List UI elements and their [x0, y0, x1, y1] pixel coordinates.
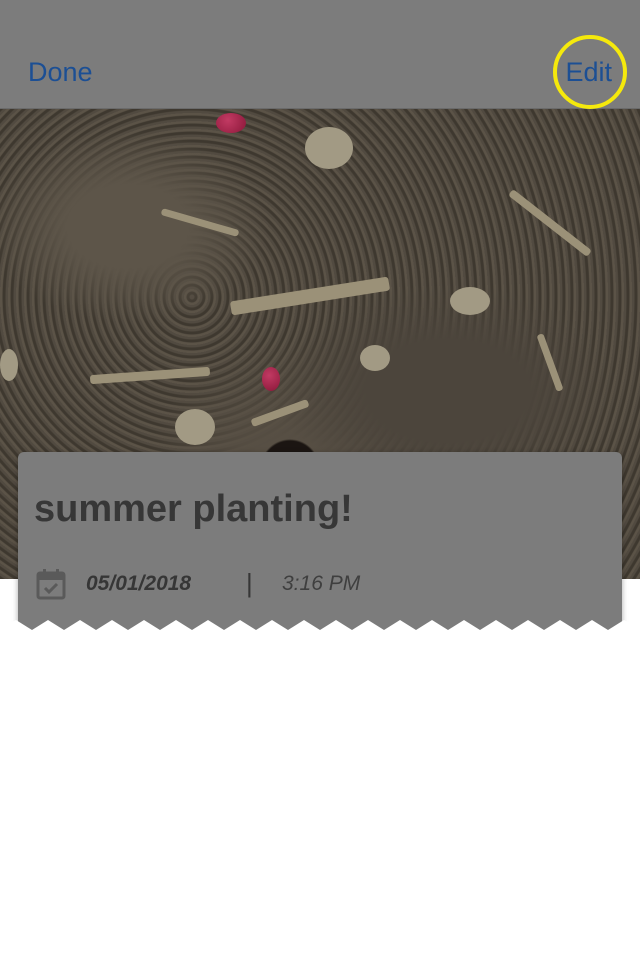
- navigation-bar: Done Edit: [0, 0, 640, 109]
- entry-date: 05/01/2018: [86, 572, 192, 595]
- screen: Done Edit summer planting! 05/01/2018 | …: [0, 0, 640, 640]
- entry-title: summer planting!: [34, 488, 353, 530]
- torn-edge: [0, 620, 640, 640]
- highlight-ring: [553, 35, 627, 109]
- debris: [536, 333, 564, 392]
- done-button[interactable]: Done: [28, 54, 93, 90]
- pebble: [360, 345, 390, 371]
- pebble: [450, 287, 490, 315]
- seed: [262, 367, 280, 391]
- pebble: [0, 349, 18, 381]
- calendar-check-icon: [36, 569, 66, 600]
- debris: [229, 276, 391, 316]
- debris: [89, 366, 211, 385]
- entry-card: summer planting! 05/01/2018 | 3:16 PM ~ …: [18, 452, 622, 640]
- debris: [250, 398, 310, 428]
- debris: [508, 189, 592, 257]
- pebble: [175, 409, 215, 445]
- entry-time: 3:16 PM: [282, 572, 361, 595]
- debris: [160, 208, 240, 237]
- pebble: [305, 127, 353, 169]
- seed: [216, 113, 246, 133]
- date-time-divider: |: [246, 568, 253, 598]
